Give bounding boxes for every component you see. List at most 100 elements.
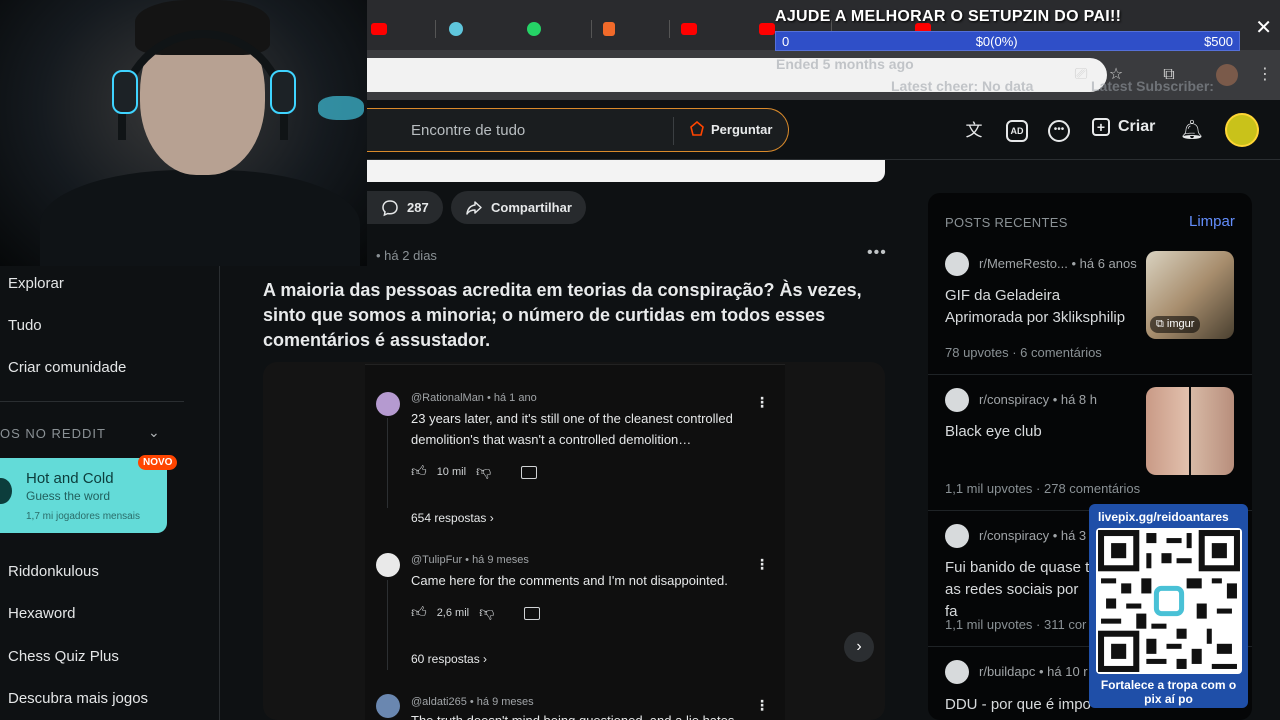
comment-replies-label: 60 respostas xyxy=(411,652,480,666)
thumbs-down-icon: 👎︎ xyxy=(479,604,495,621)
games-section-header[interactable]: OS NO REDDIT ⌄ xyxy=(0,424,160,441)
livepix-url: livepix.gg/reidoantares xyxy=(1098,510,1229,524)
new-badge: NOVO xyxy=(138,455,178,470)
comment-actions: 👍︎ 2,6 mil 👎︎ xyxy=(411,604,541,622)
comments-button[interactable]: 287 xyxy=(367,191,443,224)
browser-tab[interactable] xyxy=(371,18,387,40)
comment-menu-icon: ⋮ xyxy=(755,697,769,713)
profile-avatar[interactable] xyxy=(1216,64,1238,86)
sidebar-game-chess-quiz-plus[interactable]: Chess Quiz Plus xyxy=(8,648,119,665)
sidebar-item-create-community[interactable]: Criar comunidade xyxy=(8,359,126,376)
comments-count: 287 xyxy=(407,200,429,215)
create-button[interactable]: + Criar xyxy=(1092,118,1155,136)
recent-post-title[interactable]: DDU - por que é impo xyxy=(945,694,1095,716)
recent-post-subreddit[interactable]: r/conspiracy • há 8 h xyxy=(979,392,1097,407)
comment-likes: 2,6 mil xyxy=(436,607,470,619)
livepix-caption: Fortalece a tropa com o pix aí po xyxy=(1100,678,1237,706)
recent-post-subreddit[interactable]: r/conspiracy • há 3 xyxy=(979,528,1086,543)
recent-posts-title: POSTS RECENTES xyxy=(945,215,1068,230)
recent-post-title[interactable]: GIF da Geladeira Aprimorada por 3kliksph… xyxy=(945,285,1140,329)
search-bar[interactable]: Encontre de tudo Perguntar xyxy=(367,108,789,152)
comment-avatar xyxy=(376,553,400,577)
recent-post-title[interactable]: Black eye club xyxy=(945,421,1140,443)
headset-earcup-left xyxy=(112,70,138,114)
recent-post-subreddit[interactable]: r/MemeResto... • há 6 anos xyxy=(979,256,1137,271)
goal-ended-text: Ended 5 months ago xyxy=(776,56,914,72)
subreddit-icon xyxy=(945,660,969,684)
app-icon xyxy=(449,22,463,36)
goal-start: 0 xyxy=(782,33,790,49)
reply-icon xyxy=(524,606,541,620)
subreddit-icon xyxy=(945,388,969,412)
recent-post-stats: 78 upvotes · 6 comentários xyxy=(945,345,1102,360)
gallery-next-button[interactable]: › xyxy=(844,632,874,662)
comment-text: Came here for the comments and I'm not d… xyxy=(411,573,728,588)
post-more-options-icon[interactable]: ••• xyxy=(867,244,887,262)
thumbs-up-icon: 👍︎ xyxy=(411,463,427,480)
sidebar-discover-games[interactable]: Descubra mais jogos xyxy=(8,690,148,707)
share-button[interactable]: Compartilhar xyxy=(451,191,586,224)
comment-replies: 654 respostas › xyxy=(411,511,494,525)
chevron-down-icon[interactable]: ⌄ xyxy=(148,424,161,441)
browser-menu-icon[interactable]: ⋮ xyxy=(1256,66,1274,84)
create-label: Criar xyxy=(1118,118,1156,135)
browser-tab[interactable] xyxy=(449,18,463,40)
sidebar-game-riddonkulous[interactable]: Riddonkulous xyxy=(8,563,99,580)
plus-icon: + xyxy=(1092,118,1110,136)
tab-divider xyxy=(435,20,436,38)
thread-line xyxy=(387,580,388,670)
qr-code-graphic xyxy=(1098,530,1240,672)
post-title[interactable]: A maioria das pessoas acredita em teoria… xyxy=(263,278,863,353)
subreddit-icon xyxy=(945,524,969,548)
subreddit-icon xyxy=(945,252,969,276)
comment-text: The truth doesn't mind being questioned,… xyxy=(411,710,751,720)
comment-likes: 10 mil xyxy=(436,466,467,478)
thumbs-up-icon: 👍︎ xyxy=(411,604,427,621)
answers-icon xyxy=(690,121,704,136)
previous-post-image[interactable] xyxy=(367,160,885,182)
clear-recent-button[interactable]: Limpar xyxy=(1189,213,1235,230)
youtube-icon xyxy=(371,23,387,35)
sidebar-item-explore[interactable]: Explorar xyxy=(8,275,64,292)
browser-tab[interactable] xyxy=(603,18,615,40)
ask-button[interactable]: Perguntar xyxy=(689,121,772,137)
bookmark-app-icon xyxy=(603,22,615,36)
whatsapp-icon xyxy=(527,22,541,36)
recent-post-stats: 1,1 mil upvotes · 311 cor xyxy=(945,617,1087,632)
comment-author: @aldati265 • há 9 meses xyxy=(411,696,534,708)
browser-tab[interactable] xyxy=(527,18,541,40)
sidebar-game-hexaword[interactable]: Hexaword xyxy=(8,605,76,622)
comment-text: 23 years later, and it's still one of th… xyxy=(411,411,733,447)
sidebar-item-all[interactable]: Tudo xyxy=(8,317,42,334)
webcam-background-light xyxy=(318,96,364,120)
comment-avatar xyxy=(376,694,400,718)
close-window-icon[interactable]: ✕ xyxy=(1255,18,1272,38)
youtube-icon xyxy=(681,23,697,35)
browser-tab[interactable] xyxy=(681,18,697,40)
thumbs-down-icon: 👎︎ xyxy=(476,463,492,480)
user-avatar[interactable] xyxy=(1225,113,1259,147)
browser-tab[interactable] xyxy=(759,18,775,40)
donation-goal-title: AJUDE A MELHORAR O SETUPZIN DO PAI!! xyxy=(775,8,1122,25)
recent-post-title[interactable]: Fui banido de quase t as redes sociais p… xyxy=(945,557,1095,623)
game-card-title: Hot and Cold xyxy=(26,470,114,487)
comment-menu-icon: ⋮ xyxy=(755,556,769,572)
donation-goal-bar: 0 $0(0%) $500 xyxy=(775,31,1240,51)
search-input[interactable]: Encontre de tudo xyxy=(411,122,525,139)
latest-subscriber-text: Latest Subscriber: xyxy=(1091,78,1214,94)
recent-divider xyxy=(928,374,1252,375)
recent-post-thumbnail[interactable] xyxy=(1146,387,1234,475)
install-app-icon[interactable]: ⎚ xyxy=(1072,66,1090,84)
notifications-bell-icon[interactable]: 🔔︎ xyxy=(1180,120,1204,142)
imgur-link-tag: ⧉ imgur xyxy=(1150,316,1201,333)
qr-code-icon xyxy=(1096,528,1242,674)
comment-icon xyxy=(382,199,398,216)
advertise-icon[interactable]: AD xyxy=(1006,120,1028,142)
chat-icon[interactable]: ••• xyxy=(1048,120,1070,142)
comment-menu-icon: ⋮ xyxy=(755,394,769,410)
translate-icon[interactable]: 文 xyxy=(963,120,985,142)
comment-author: @TulipFur • há 9 meses xyxy=(411,554,529,566)
recent-post-stats: 1,1 mil upvotes · 278 comentários xyxy=(945,481,1141,496)
recent-post-subreddit[interactable]: r/buildapc • há 10 r xyxy=(979,664,1088,679)
post-timestamp: • há 2 dias xyxy=(376,248,437,263)
